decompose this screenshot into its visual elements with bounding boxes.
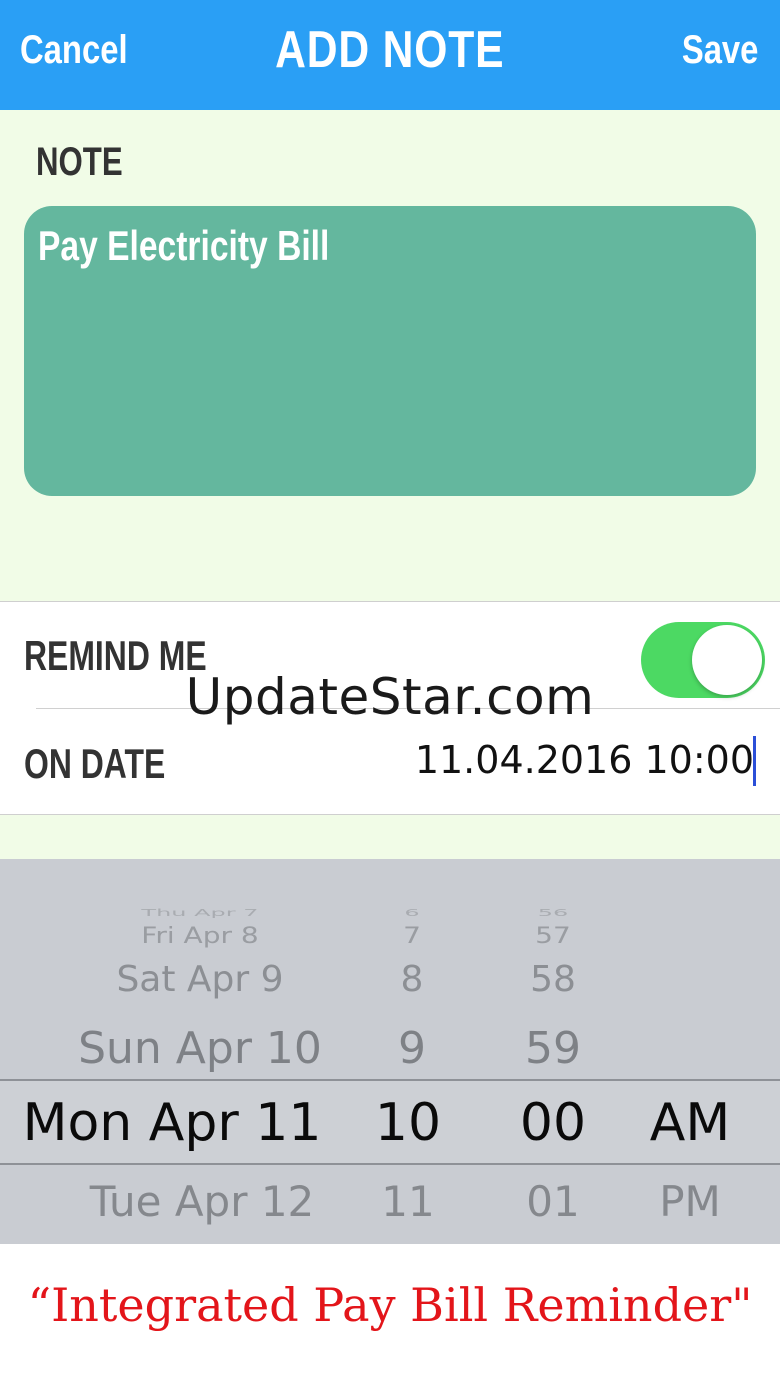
on-date-field[interactable]: 11.04.2016 10:00	[415, 738, 754, 782]
promo-caption-text: “Integrated Pay Bill Reminder"	[27, 1278, 753, 1332]
picker-minute-option[interactable]: 58	[530, 959, 576, 1000]
picker-selection-line-bottom	[0, 1163, 780, 1165]
picker-selection-line-top	[0, 1079, 780, 1081]
picker-minute-option[interactable]: 57	[535, 922, 571, 948]
picker-minute-selected[interactable]: 00	[520, 1093, 586, 1153]
picker-minute-option[interactable]: 59	[525, 1023, 581, 1074]
on-date-label: ON DATE	[24, 740, 166, 787]
page-title-text: ADD NOTE	[275, 21, 505, 79]
promo-caption: “Integrated Pay Bill Reminder"	[0, 1244, 780, 1387]
picker-hour-option[interactable]: 6	[404, 907, 419, 918]
picker-hour-option[interactable]: 8	[401, 959, 424, 1000]
spacer	[0, 815, 780, 859]
picker-hour-option[interactable]: 11	[381, 1177, 434, 1226]
picker-date-selected[interactable]: Mon Apr 11	[23, 1093, 322, 1153]
picker-hour-selected[interactable]: 10	[375, 1093, 441, 1153]
picker-hour-option[interactable]: 7	[403, 922, 421, 948]
picker-date-option[interactable]: Fri Apr 8	[141, 922, 258, 948]
picker-ampm-option[interactable]: PM	[659, 1177, 721, 1226]
picker-minute-option[interactable]: 56	[538, 907, 569, 918]
picker-hour-option[interactable]: 9	[398, 1023, 426, 1074]
navigation-bar: Cancel ADD NOTE Save	[0, 0, 780, 110]
note-label: NOTE	[36, 140, 123, 184]
page-title: ADD NOTE	[0, 20, 780, 80]
picker-minute-option[interactable]: 01	[526, 1177, 579, 1226]
note-text-area[interactable]: Pay Electricity Bill	[24, 206, 756, 496]
picker-date-option[interactable]: Tue Apr 12	[90, 1177, 315, 1226]
picker-ampm-selected[interactable]: AM	[650, 1093, 730, 1153]
date-time-picker[interactable]: Thu Apr 7 Fri Apr 8 Sat Apr 9 Sun Apr 10…	[0, 859, 780, 1244]
picker-date-option[interactable]: Sun Apr 10	[78, 1023, 322, 1074]
note-section: NOTE Pay Electricity Bill	[0, 110, 780, 601]
save-button[interactable]: Save	[681, 28, 758, 73]
watermark: UpdateStar.com	[185, 668, 595, 726]
text-cursor	[753, 736, 756, 786]
picker-date-option[interactable]: Thu Apr 7	[141, 907, 258, 918]
note-text: Pay Electricity Bill	[38, 222, 330, 269]
picker-date-option[interactable]: Sat Apr 9	[116, 959, 283, 1000]
